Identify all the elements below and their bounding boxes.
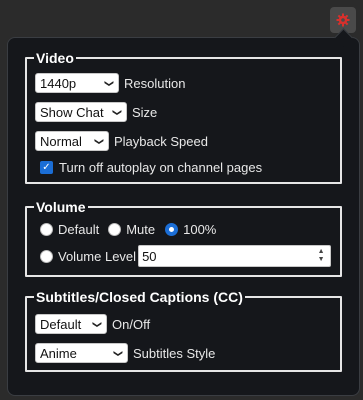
volume-level-input[interactable]: 50 ▲ ▼ [138,245,332,267]
chevron-down-icon: ❯ [92,320,103,329]
video-legend: Video [36,50,74,66]
volume-default-radio[interactable] [40,223,53,236]
volume-level-row: Volume Level 50 ▲ ▼ [40,245,332,267]
resolution-select[interactable]: 1440p ❯ [35,73,119,93]
onoff-select[interactable]: Default ❯ [35,314,107,334]
autoplay-label: Turn off autoplay on channel pages [59,160,263,175]
resolution-label: Resolution [124,75,186,91]
chevron-down-icon: ❯ [104,79,115,88]
speed-label: Playback Speed [114,133,208,149]
volume-options-row: Default Mute 100% [40,222,216,237]
resolution-value: 1440p [40,75,77,91]
volume-level-radio[interactable] [40,249,53,263]
subtitle-style-select[interactable]: Anime ❯ [35,343,128,363]
subtitle-style-row: Anime ❯ Subtitles Style [35,343,215,363]
volume-mute-label: Mute [126,222,156,237]
gear-icon [336,13,350,27]
onoff-label: On/Off [112,316,151,332]
speed-value: Normal [40,133,82,149]
volume-level-label: Volume Level [58,248,137,264]
chat-label: Size [132,104,158,120]
onoff-value: Default [40,316,82,332]
volume-level-value: 50 [142,248,157,264]
chat-value: Show Chat [40,104,104,120]
subtitles-legend: Subtitles/Closed Captions (CC) [36,289,243,305]
chevron-down-icon: ❯ [113,349,124,358]
volume-mute-radio[interactable] [108,223,122,236]
chevron-down-icon: ❯ [94,137,105,146]
volume-100-radio[interactable] [165,223,179,236]
browser-toolbar [0,0,363,40]
autoplay-row: ✓ Turn off autoplay on channel pages [40,160,262,175]
spinner-icon[interactable]: ▲ ▼ [315,248,327,264]
chat-row: Show Chat ❯ Size [35,102,157,122]
subtitle-style-value: Anime [40,345,77,361]
chevron-down-icon: ❯ [112,108,123,117]
volume-legend: Volume [36,199,86,215]
subtitle-style-label: Subtitles Style [133,345,216,361]
onoff-row: Default ❯ On/Off [35,314,150,334]
chat-select[interactable]: Show Chat ❯ [35,102,127,122]
speed-select[interactable]: Normal ❯ [35,131,109,151]
autoplay-checkbox[interactable]: ✓ [40,161,53,174]
speed-row: Normal ❯ Playback Speed [35,131,208,151]
resolution-row: 1440p ❯ Resolution [35,73,185,93]
volume-100-label: 100% [183,222,217,237]
volume-default-label: Default [58,222,100,237]
